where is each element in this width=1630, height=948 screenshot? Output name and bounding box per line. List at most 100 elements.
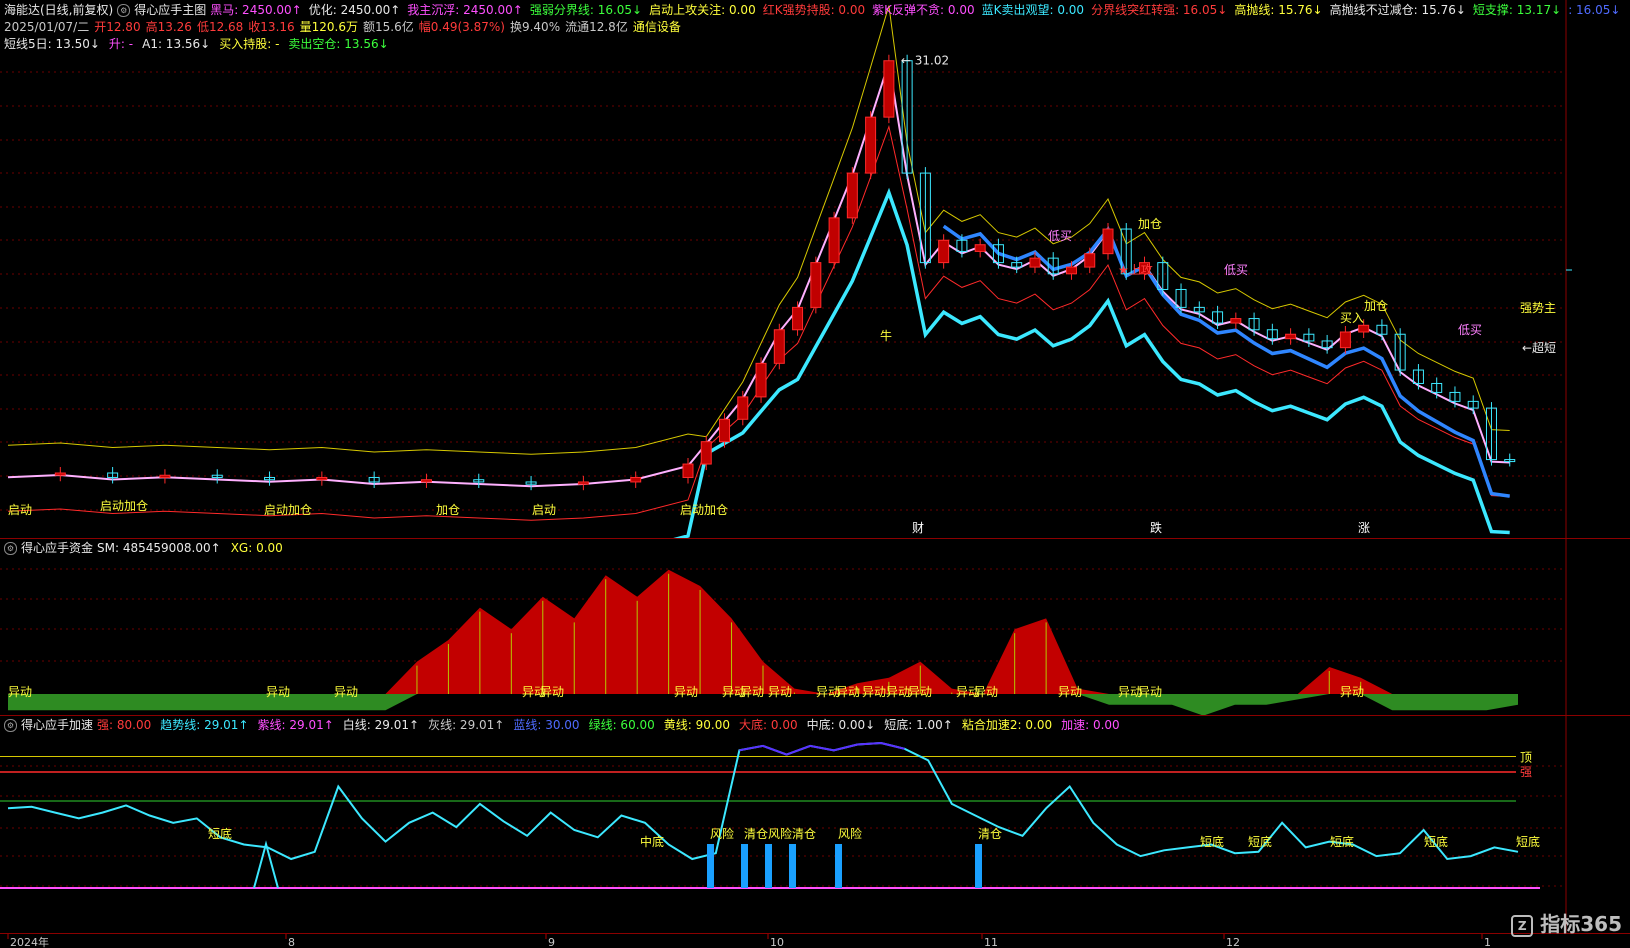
candle-body-35 — [1084, 253, 1096, 268]
signal-label-1: 启动加仓 — [100, 499, 148, 513]
quote-value-1: 开12.80 — [94, 20, 141, 34]
signal-label-14: 强势主 — [1520, 301, 1556, 315]
candle-body-19 — [792, 306, 804, 331]
ma-value-1: 升: - — [108, 37, 134, 51]
settings-icon[interactable]: ⚙ — [4, 541, 17, 555]
main-value-12: : 16.05↓ — [1568, 3, 1621, 17]
main-value-10: 高抛线不过减仓: 15.76↓ — [1329, 3, 1466, 17]
accel-mark-7: 清仓 — [978, 827, 1002, 841]
accel-indicator-name[interactable]: 得心应手加速 — [21, 717, 93, 733]
accel-value-9: 中底: 0.00↓ — [806, 718, 876, 732]
ma-value-0: 短线5日: 13.50↓ — [4, 37, 100, 51]
candle-body-3 — [159, 474, 171, 478]
candle-body-6 — [316, 476, 328, 481]
accel-mark-2: 风险 — [710, 826, 734, 841]
signal-label-16: 财 — [912, 521, 924, 535]
accel-value-8: 大底: 0.00 — [739, 718, 798, 732]
candle-body-8 — [420, 479, 432, 483]
x-label-3: 10 — [770, 936, 784, 948]
accel-mark-5: 清仓 — [792, 827, 816, 841]
fund-signal-19: 异动 — [1340, 685, 1364, 699]
signal-label-7: 低买 — [1048, 229, 1072, 243]
quote-value-3: 低12.68 — [196, 20, 244, 34]
accel-mark-8: 短底 — [1200, 834, 1224, 849]
main-indicator-name[interactable]: 得心应手主图 — [134, 2, 206, 18]
settings-icon[interactable]: ⚙ — [117, 3, 131, 17]
ma-values: 短线5日: 13.50↓ 升: - A1: 13.56↓ 买入持股: - 卖出空仓: 1… — [4, 36, 389, 52]
accel-mark-10: 短底 — [1330, 834, 1354, 849]
main-value-4: 启动上攻关注: 0.00 — [649, 3, 756, 17]
accel-value-2: 紫线: 29.01↑ — [257, 718, 334, 732]
candle-body-50 — [1358, 324, 1370, 333]
risk-bar-5 — [975, 844, 982, 888]
x-axis-svg: 2024年 8 9 10 11 12 1 — [7, 934, 1491, 948]
strong-level-label: 强 — [1520, 765, 1532, 779]
signal-label-17: 跌 — [1150, 520, 1162, 535]
main-chart-panel[interactable]: ← 31.02 启动 启动加仓 启动加仓 加仓 启动 启动加仓牛低买 加仓 ★上攻 低买 买入 加仓低… — [0, 0, 1630, 538]
risk-bar-4 — [835, 844, 842, 888]
main-chart-svg: ← 31.02启动 启动加仓 启动加仓 加仓 启动 启动加仓牛低买加仓★上攻 低买买入加仓低… — [0, 0, 1572, 538]
risk-bar-0 — [707, 844, 714, 888]
fund-signal-13: 异动 — [908, 685, 932, 699]
watermark: Z 指标365 — [1511, 908, 1622, 937]
accel-value-7: 黄线: 90.00 — [663, 718, 731, 732]
quote-value-6: 额15.6亿 — [363, 20, 414, 34]
main-header: 海能达(日线,前复权) ⚙ 得心应手主图 黑马: 2450.00↑ 优化: 245… — [0, 2, 1620, 18]
x-label-4: 11 — [984, 936, 998, 948]
fund-signal-12: 异动 — [886, 685, 910, 699]
candle-body-20 — [810, 262, 822, 308]
accel-mark-12: 短底 — [1516, 834, 1540, 849]
candle-body-23 — [865, 116, 877, 174]
quote-value-4: 收13.16 — [248, 20, 295, 34]
quote-value-0: 2025/01/07/二 — [4, 20, 90, 34]
fund-panel[interactable]: 异动 异动 异动 异动 异动 异动 异动 异动 异动 异动 异动 异动 异动 异动 异动 异动 异动 异动 异动 异动… — [0, 538, 1630, 716]
signal-label-8: 加仓 — [1138, 217, 1162, 231]
main-value-6: 紫K反弹不贪: 0.00 — [872, 3, 975, 17]
accel-value-12: 加速: 0.00 — [1061, 718, 1120, 732]
candle-body-12 — [630, 476, 642, 483]
x-label-5: 12 — [1226, 936, 1240, 948]
signal-label-12: 加仓 — [1364, 299, 1388, 313]
candle-body-22 — [846, 172, 858, 219]
signal-label-13: 低买 — [1458, 323, 1482, 337]
candle-body-16 — [737, 396, 749, 420]
top-level-label: 顶 — [1520, 751, 1532, 765]
signal-label-5: 启动加仓 — [680, 503, 728, 517]
signal-label-18: 涨 — [1358, 520, 1370, 535]
x-axis: 2024年 8 9 10 11 12 1 Z 指标365 — [0, 912, 1630, 948]
accel-chart-svg: 顶强中底短底 风险 清仓 风险 清仓 风险 清仓短底 短底 短底 短底 短底 — [0, 716, 1567, 934]
signal-label-9: ★上攻 — [1118, 263, 1153, 277]
accel-value-10: 短底: 1.00↑ — [884, 718, 953, 732]
candle-body-29 — [974, 244, 986, 252]
candle-body-27 — [938, 239, 950, 264]
candle-body-11 — [577, 481, 589, 485]
accel-value-1: 趋势线: 29.01↑ — [160, 718, 249, 732]
fund-signal-5: 异动 — [674, 685, 698, 699]
signal-label-0: 启动 — [8, 503, 32, 517]
main-value-8: 分界线突红转强: 16.05↓ — [1091, 3, 1228, 17]
candle-body-36 — [1102, 228, 1114, 255]
accel-mark-6: 风险 — [838, 826, 862, 841]
candle-body-24 — [883, 60, 895, 118]
quote-value-5: 量120.6万 — [299, 20, 359, 34]
candle-body-14 — [700, 441, 712, 465]
candle-body-46 — [1285, 333, 1297, 340]
signal-label-4: 启动 — [532, 503, 556, 517]
candle-body-34 — [1065, 266, 1077, 275]
quote-value-10: 通信设备 — [632, 20, 681, 34]
accel-panel[interactable]: 顶强中底 短底 风险 清仓 风险 清仓 风险 清仓 短底 短底 短底 短底 短底 ⚙ 得心应手加速 强:… — [0, 715, 1630, 934]
fund-signal-18: 异动 — [1138, 685, 1162, 699]
fund-signal-10: 异动 — [836, 685, 860, 699]
fund-indicator-name[interactable]: 得心应手资金 — [21, 540, 93, 556]
main-value-1: 优化: 2450.00↑ — [308, 3, 401, 17]
fund-signal-2: 异动 — [334, 685, 358, 699]
signal-label-2: 启动加仓 — [264, 503, 312, 517]
settings-icon[interactable]: ⚙ — [4, 718, 17, 732]
stock-title[interactable]: 海能达(日线,前复权) — [4, 2, 113, 18]
risk-bar-1 — [741, 844, 748, 888]
accel-value-3: 白线: 29.01↑ — [342, 718, 420, 732]
quote-value-9: 流通12.8亿 — [565, 20, 628, 34]
purple-top-line — [739, 741, 905, 756]
x-label-2: 9 — [548, 936, 555, 948]
main-value-2: 我主沉浮: 2450.00↑ — [407, 3, 523, 17]
